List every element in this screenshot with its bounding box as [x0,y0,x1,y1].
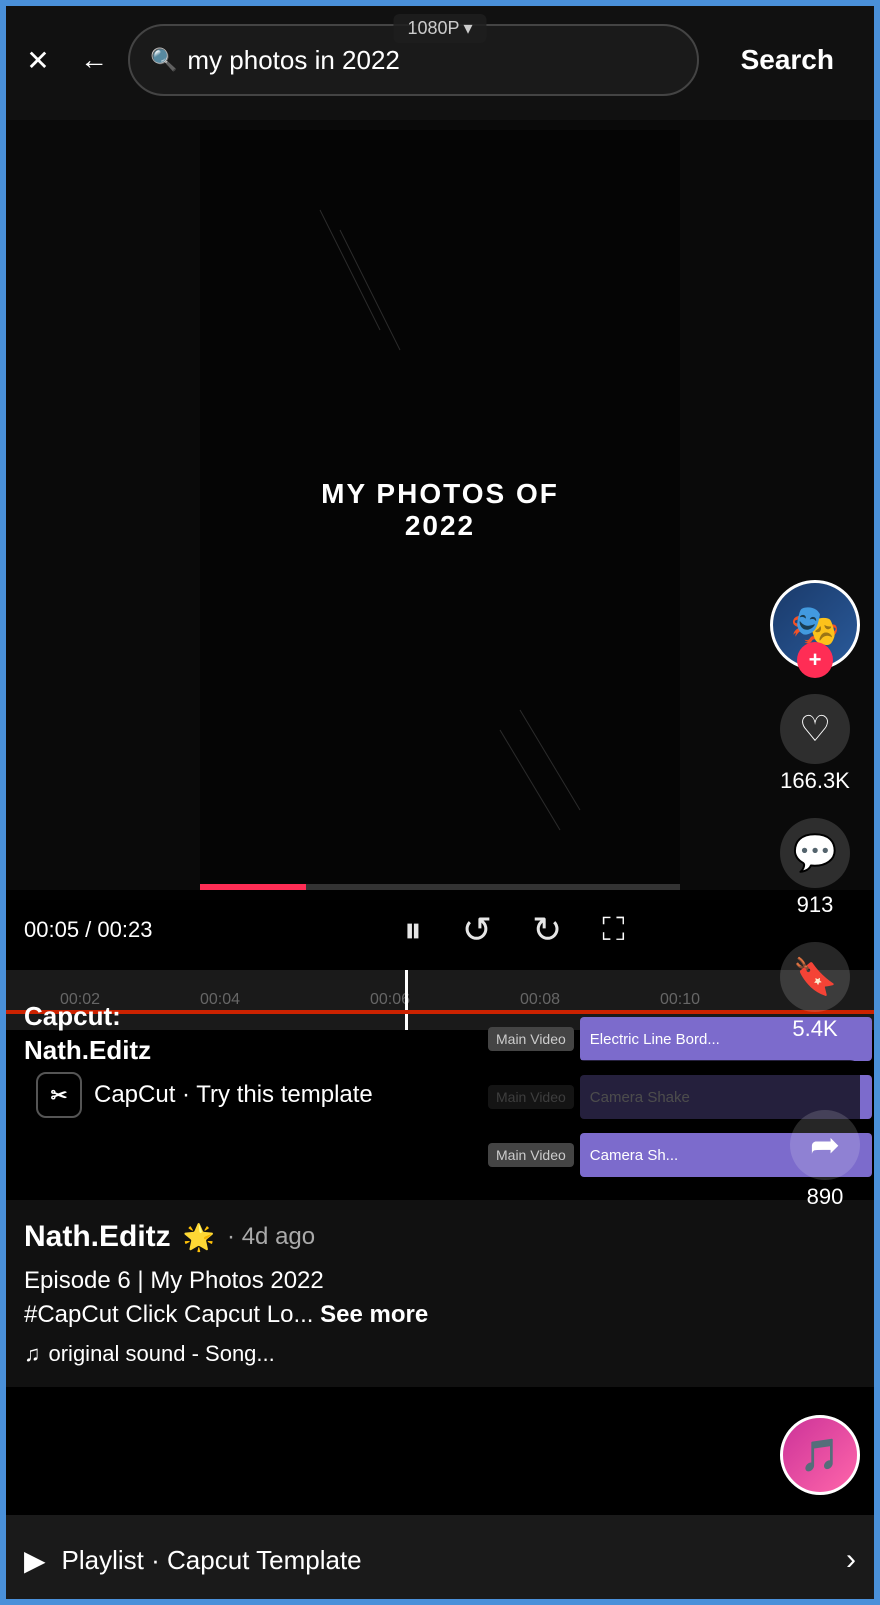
bookmark-button[interactable]: 🔖 5.4K [780,942,850,1042]
playlist-label: Playlist · Capcut Template [62,1545,830,1576]
playback-bar: 00:05 / 00:23 ⏸ ↺ ↻ ⛶ [0,890,880,970]
music-note-icon: ♫ [24,1341,41,1367]
rewind-button[interactable]: ↺ [462,909,492,951]
resolution-text: 1080P [407,18,459,39]
comment-button[interactable]: 💬 913 [780,818,850,918]
music-disc-avatar[interactable]: 🎵 [780,1415,860,1495]
timeline-cursor [405,970,408,1030]
playlist-chevron-icon[interactable]: › [846,1543,856,1577]
resolution-arrow: ▾ [464,18,473,39]
sound-text: original sound - Song... [49,1341,275,1367]
tick-2: 00:04 [200,991,240,1009]
music-disc-icon: 🎵 [800,1436,840,1474]
follow-plus-button[interactable]: + [797,642,833,678]
capcut-try-label: CapCut · Try this template [94,1081,373,1109]
bookmark-icon: 🔖 [780,942,850,1012]
editor-watermark: Capcut: Nath.Editz [24,1000,151,1068]
comment-count: 913 [797,892,834,918]
user-badge: 🌟 [183,1222,215,1253]
capcut-banner[interactable]: ✂ CapCut · Try this template [20,1060,860,1130]
playlist-bar[interactable]: ▶ Playlist · Capcut Template › [0,1515,880,1605]
heart-icon: ♡ [780,694,850,764]
resolution-badge[interactable]: 1080P ▾ [393,14,486,43]
pause-button[interactable]: ⏸ [404,909,422,952]
playlist-play-icon: ▶ [24,1544,46,1577]
username[interactable]: Nath.Editz [24,1220,171,1254]
description-text: Episode 6 | My Photos 2022#CapCut Click … [24,1267,324,1328]
avatar-container[interactable]: 🎭 + [770,580,860,670]
comment-icon: 💬 [780,818,850,888]
search-button[interactable]: Search [711,24,864,96]
right-actions: 🎭 + ♡ 166.3K 💬 913 🔖 5.4K [770,580,860,1042]
bookmark-count: 5.4K [792,1016,837,1042]
like-button[interactable]: ♡ 166.3K [780,694,850,794]
search-query-text[interactable]: my photos in 2022 [187,45,676,76]
video-frame[interactable]: MY PHOTOS OF 2022 [200,130,680,890]
back-button[interactable]: ← [72,38,116,82]
sound-row[interactable]: ♫ original sound - Song... [24,1341,856,1367]
share-icon: ➦ [790,1110,860,1180]
video-area: MY PHOTOS OF 2022 [0,120,880,900]
playback-controls: ⏸ ↺ ↻ ⛶ [172,909,856,952]
time-display: 00:05 / 00:23 [24,917,152,943]
capcut-logo: ✂ [36,1072,82,1118]
username-row: Nath.Editz 🌟 · 4d ago [24,1220,856,1254]
track-label-1: Main Video [488,1027,574,1051]
share-count: 890 [807,1184,844,1210]
expand-button[interactable]: ⛶ [602,911,624,949]
close-button[interactable]: ✕ [16,38,60,82]
search-icon: 🔍 [150,47,177,73]
user-info: Nath.Editz 🌟 · 4d ago Episode 6 | My Pho… [0,1200,880,1387]
time-ago: · 4d ago [227,1223,315,1251]
video-title: MY PHOTOS OF 2022 [320,478,560,542]
forward-button[interactable]: ↻ [532,909,562,951]
track-label-3: Main Video [488,1143,574,1167]
like-count: 166.3K [780,768,850,794]
share-action[interactable]: ➦ 890 [790,1110,860,1210]
description: Episode 6 | My Photos 2022#CapCut Click … [24,1264,856,1331]
see-more-button[interactable]: See more [320,1301,428,1328]
